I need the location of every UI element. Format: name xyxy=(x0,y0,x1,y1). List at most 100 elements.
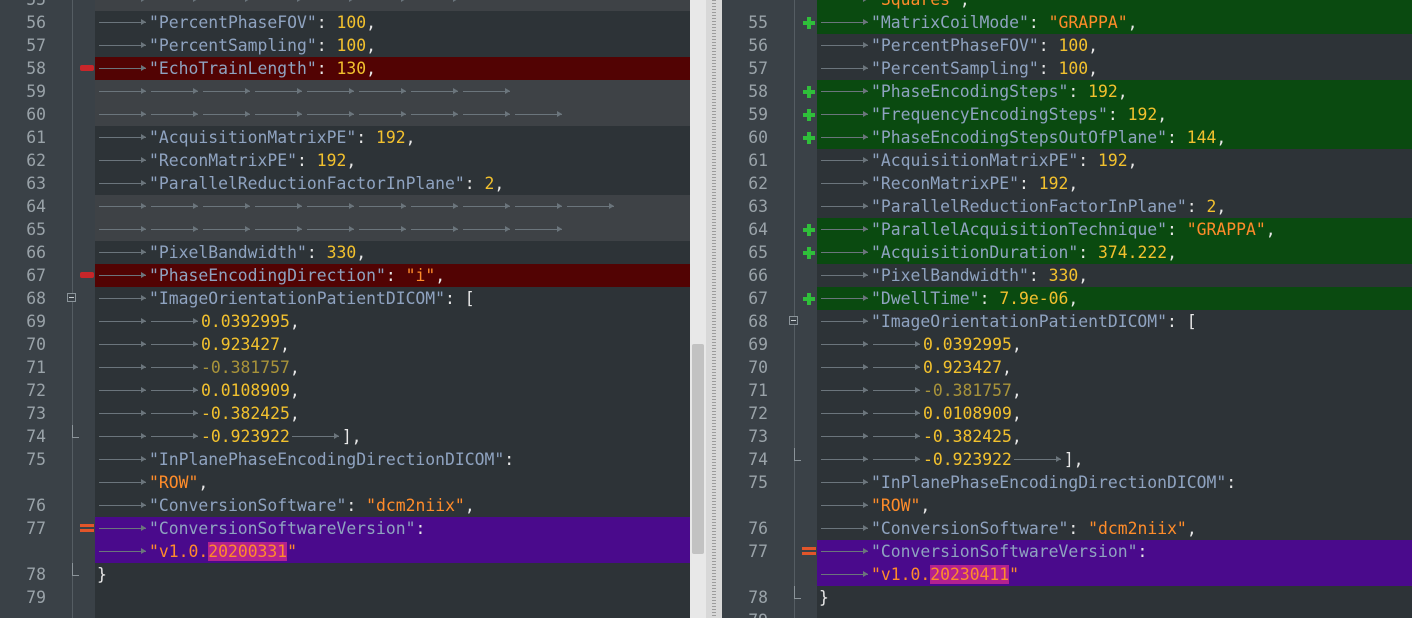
code-line[interactable]: 72 0.0108909, xyxy=(722,402,1412,425)
line-content[interactable]: "ConversionSoftware": "dcm2niix", xyxy=(95,494,706,517)
line-content[interactable]: "AcquisitionMatrixPE": 192, xyxy=(817,149,1412,172)
code-line[interactable]: 75 "InPlanePhaseEncodingDirectionDICOM": … xyxy=(722,471,1412,517)
line-content[interactable]: "ImageOrientationPatientDICOM": [ xyxy=(95,287,706,310)
code-line[interactable]: 71 -0.381757, xyxy=(722,379,1412,402)
code-line[interactable]: 70 0.923427, xyxy=(722,356,1412,379)
line-content[interactable]: "ImageOrientationPatientDICOM": [ xyxy=(817,310,1412,333)
code-line[interactable]: 72 0.0108909, xyxy=(0,379,706,402)
code-line[interactable]: 76 "ConversionSoftware": "dcm2niix", xyxy=(722,517,1412,540)
fold-toggle-icon[interactable] xyxy=(789,316,798,325)
line-content[interactable]: -0.923922], xyxy=(817,448,1412,471)
line-content[interactable] xyxy=(95,195,706,218)
code-line[interactable]: 76 "ConversionSoftware": "dcm2niix", xyxy=(0,494,706,517)
code-line[interactable]: 65 xyxy=(0,218,706,241)
code-line[interactable]: 55 "MatrixCoilMode": "GRAPPA", xyxy=(722,11,1412,34)
line-content[interactable]: "ParallelReductionFactorInPlane": 2, xyxy=(817,195,1412,218)
code-line[interactable]: 58 "EchoTrainLength": 130, xyxy=(0,57,706,80)
code-line[interactable]: 69 0.0392995, xyxy=(0,310,706,333)
code-line[interactable]: 57 "PercentSampling": 100, xyxy=(0,34,706,57)
line-content[interactable]: "PercentPhaseFOV": 100, xyxy=(817,34,1412,57)
code-line[interactable]: 70 0.923427, xyxy=(0,333,706,356)
line-content[interactable] xyxy=(95,586,706,609)
line-content[interactable]: "ConversionSoftwareVersion": "v1.0.20230… xyxy=(817,540,1412,586)
code-line[interactable]: 59 "FrequencyEncodingSteps": 192, xyxy=(722,103,1412,126)
line-content[interactable]: "EchoTrainLength": 130, xyxy=(95,57,706,80)
line-content[interactable]: 0.923427, xyxy=(817,356,1412,379)
line-content[interactable]: "PixelBandwidth": 330, xyxy=(95,241,706,264)
line-content[interactable] xyxy=(817,609,1412,618)
fold-toggle-icon[interactable] xyxy=(67,293,76,302)
code-line[interactable]: 77 "ConversionSoftwareVersion": "v1.0.202… xyxy=(0,517,706,563)
code-line[interactable]: 68 "ImageOrientationPatientDICOM": [ xyxy=(722,310,1412,333)
line-content[interactable]: } xyxy=(817,586,1412,609)
line-content[interactable]: 0.0108909, xyxy=(817,402,1412,425)
code-line[interactable]: 60 xyxy=(0,103,706,126)
line-content[interactable]: "Squares", xyxy=(817,0,1412,11)
line-content[interactable]: "PercentPhaseFOV": 100, xyxy=(95,11,706,34)
line-content[interactable]: "PhaseEncodingSteps": 192, xyxy=(817,80,1412,103)
line-content[interactable]: "AcquisitionMatrixPE": 192, xyxy=(95,126,706,149)
code-line[interactable]: "Squares", xyxy=(722,0,1412,11)
code-line[interactable]: 68 "ImageOrientationPatientDICOM": [ xyxy=(0,287,706,310)
code-line[interactable]: 78} xyxy=(0,563,706,586)
line-content[interactable] xyxy=(95,0,706,11)
line-content[interactable]: "PhaseEncodingStepsOutOfPlane": 144, xyxy=(817,126,1412,149)
code-line[interactable]: 66 "PixelBandwidth": 330, xyxy=(722,264,1412,287)
code-line[interactable]: 78} xyxy=(722,586,1412,609)
line-content[interactable]: "PercentSampling": 100, xyxy=(95,34,706,57)
line-content[interactable]: "DwellTime": 7.9e-06, xyxy=(817,287,1412,310)
line-content[interactable]: -0.382425, xyxy=(95,402,706,425)
code-line[interactable]: 56 "PercentPhaseFOV": 100, xyxy=(722,34,1412,57)
line-content[interactable]: "InPlanePhaseEncodingDirectionDICOM": "R… xyxy=(95,448,706,494)
line-content[interactable]: "ParallelReductionFactorInPlane": 2, xyxy=(95,172,706,195)
code-line[interactable]: 77 "ConversionSoftwareVersion": "v1.0.202… xyxy=(722,540,1412,586)
line-content[interactable]: 0.0392995, xyxy=(95,310,706,333)
line-content[interactable]: "PhaseEncodingDirection": "i", xyxy=(95,264,706,287)
code-line[interactable]: 64 "ParallelAcquisitionTechnique": "GRAPP… xyxy=(722,218,1412,241)
line-content[interactable] xyxy=(95,218,706,241)
line-content[interactable]: "PercentSampling": 100, xyxy=(817,57,1412,80)
code-line[interactable]: 63 "ParallelReductionFactorInPlane": 2, xyxy=(722,195,1412,218)
right-diff-pane[interactable]: "Squares",55"MatrixCoilMode": "GRAPPA",5… xyxy=(722,0,1412,618)
scrollbar-thumb[interactable] xyxy=(692,344,704,554)
line-content[interactable]: "PixelBandwidth": 330, xyxy=(817,264,1412,287)
pane-splitter[interactable] xyxy=(706,0,722,618)
code-line[interactable]: 63 "ParallelReductionFactorInPlane": 2, xyxy=(0,172,706,195)
line-content[interactable]: -0.381757, xyxy=(95,356,706,379)
left-diff-pane[interactable]: 55 56 "PercentPhaseFOV": 100, 57 "PercentSam… xyxy=(0,0,706,618)
line-content[interactable]: 0.0392995, xyxy=(817,333,1412,356)
code-line[interactable]: 62 "ReconMatrixPE": 192, xyxy=(0,149,706,172)
code-line[interactable]: 71 -0.381757, xyxy=(0,356,706,379)
code-line[interactable]: 61 "AcquisitionMatrixPE": 192, xyxy=(0,126,706,149)
line-content[interactable] xyxy=(95,103,706,126)
line-content[interactable]: } xyxy=(95,563,706,586)
code-line[interactable]: 55 xyxy=(0,0,706,11)
code-line[interactable]: 65 "AcquisitionDuration": 374.222, xyxy=(722,241,1412,264)
code-line[interactable]: 57 "PercentSampling": 100, xyxy=(722,57,1412,80)
code-line[interactable]: 74 -0.923922], xyxy=(722,448,1412,471)
line-content[interactable]: "ConversionSoftware": "dcm2niix", xyxy=(817,517,1412,540)
code-line[interactable]: 67 "PhaseEncodingDirection": "i", xyxy=(0,264,706,287)
line-content[interactable]: "AcquisitionDuration": 374.222, xyxy=(817,241,1412,264)
code-line[interactable]: 79 xyxy=(722,609,1412,618)
code-line[interactable]: 59 xyxy=(0,80,706,103)
line-content[interactable]: "ConversionSoftwareVersion": "v1.0.20200… xyxy=(95,517,706,563)
line-content[interactable]: "MatrixCoilMode": "GRAPPA", xyxy=(817,11,1412,34)
line-content[interactable]: 0.0108909, xyxy=(95,379,706,402)
code-line[interactable]: 61 "AcquisitionMatrixPE": 192, xyxy=(722,149,1412,172)
code-line[interactable]: 62 "ReconMatrixPE": 192, xyxy=(722,172,1412,195)
line-content[interactable]: -0.923922], xyxy=(95,425,706,448)
line-content[interactable]: "ParallelAcquisitionTechnique": "GRAPPA"… xyxy=(817,218,1412,241)
code-line[interactable]: 69 0.0392995, xyxy=(722,333,1412,356)
code-line[interactable]: 75 "InPlanePhaseEncodingDirectionDICOM": … xyxy=(0,448,706,494)
code-line[interactable]: 58 "PhaseEncodingSteps": 192, xyxy=(722,80,1412,103)
code-line[interactable]: 73 -0.382425, xyxy=(722,425,1412,448)
code-line[interactable]: 56 "PercentPhaseFOV": 100, xyxy=(0,11,706,34)
code-line[interactable]: 79 xyxy=(0,586,706,609)
code-line[interactable]: 73 -0.382425, xyxy=(0,402,706,425)
code-line[interactable]: 64 xyxy=(0,195,706,218)
line-content[interactable]: "ReconMatrixPE": 192, xyxy=(817,172,1412,195)
line-content[interactable]: -0.382425, xyxy=(817,425,1412,448)
left-vertical-scrollbar[interactable] xyxy=(690,0,706,618)
line-content[interactable]: "ReconMatrixPE": 192, xyxy=(95,149,706,172)
